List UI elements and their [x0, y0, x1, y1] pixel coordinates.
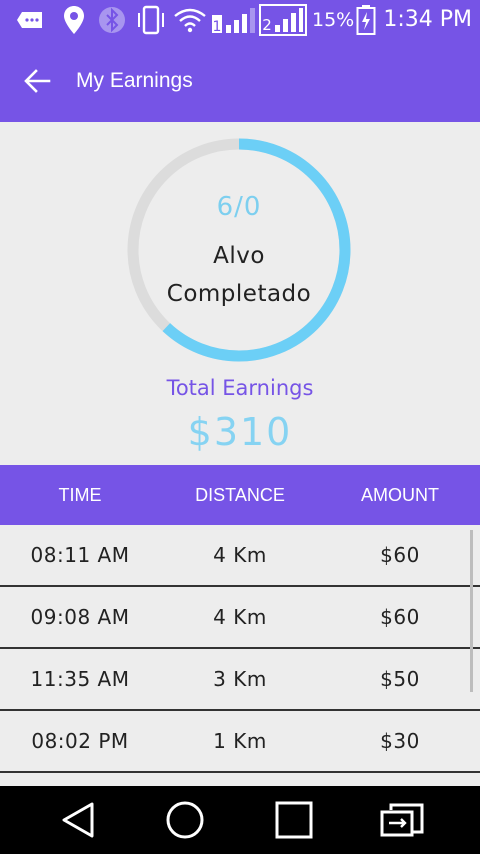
row-amount: $60: [380, 543, 420, 567]
row-time: 08:11 AM: [30, 543, 130, 567]
table-header: TIME DISTANCE AMOUNT: [0, 465, 480, 525]
signal-sim1-icon: 1: [210, 0, 258, 40]
back-arrow-icon[interactable]: [22, 66, 52, 96]
progress-label-line2: Completado: [166, 281, 312, 307]
notification-icon: [14, 0, 46, 40]
recents-square-icon[interactable]: [264, 786, 324, 854]
svg-text:1: 1: [213, 19, 222, 35]
row-distance: 4 Km: [213, 605, 267, 629]
home-circle-icon[interactable]: [155, 786, 215, 854]
back-triangle-icon[interactable]: [48, 786, 108, 854]
table-row[interactable]: 09:08 AM 4 Km $60: [0, 587, 480, 649]
row-time: 08:02 PM: [31, 729, 129, 753]
battery-icon: [354, 0, 378, 40]
column-header-distance[interactable]: DISTANCE: [160, 465, 320, 525]
total-earnings-value: $310: [187, 410, 293, 454]
battery-percent: 15%: [312, 9, 355, 31]
wifi-icon: [172, 0, 208, 40]
row-time: 11:35 AM: [30, 667, 130, 691]
status-clock: 1:34 PM: [383, 7, 472, 32]
row-amount: $50: [380, 667, 420, 691]
signal-sim2-icon: 2: [258, 0, 308, 40]
bluetooth-icon: [96, 0, 128, 40]
row-distance: 4 Km: [213, 543, 267, 567]
row-distance: 3 Km: [213, 667, 267, 691]
system-nav-bar: [0, 786, 480, 854]
progress-ring: 6/0 Alvo Completado: [126, 137, 352, 363]
svg-text:2: 2: [262, 16, 272, 34]
app-bar: My Earnings: [0, 40, 480, 122]
table-row[interactable]: 08:11 AM 4 Km $60: [0, 525, 480, 587]
column-header-amount[interactable]: AMOUNT: [320, 465, 480, 525]
location-icon: [60, 0, 88, 40]
total-earnings-label: Total Earnings: [166, 376, 314, 400]
row-amount: $60: [380, 605, 420, 629]
status-bar: 1 2 15% 1:34 PM: [0, 0, 480, 40]
row-amount: $30: [380, 729, 420, 753]
progress-label-line1: Alvo: [213, 243, 265, 269]
progress-count: 6/0: [216, 192, 262, 222]
table-row[interactable]: 11:35 AM 3 Km $50: [0, 649, 480, 711]
page-title: My Earnings: [76, 69, 193, 92]
row-time: 09:08 AM: [30, 605, 130, 629]
row-distance: 1 Km: [213, 729, 267, 753]
column-header-time[interactable]: TIME: [0, 465, 160, 525]
vibrate-icon: [134, 0, 168, 40]
progress-label: Alvo Completado: [126, 237, 352, 313]
dual-window-icon[interactable]: [372, 786, 432, 854]
scrollbar[interactable]: [470, 530, 473, 692]
earnings-list[interactable]: 08:11 AM 4 Km $60 09:08 AM 4 Km $60 11:3…: [0, 525, 480, 785]
table-row[interactable]: 08:02 PM 1 Km $30: [0, 711, 480, 773]
